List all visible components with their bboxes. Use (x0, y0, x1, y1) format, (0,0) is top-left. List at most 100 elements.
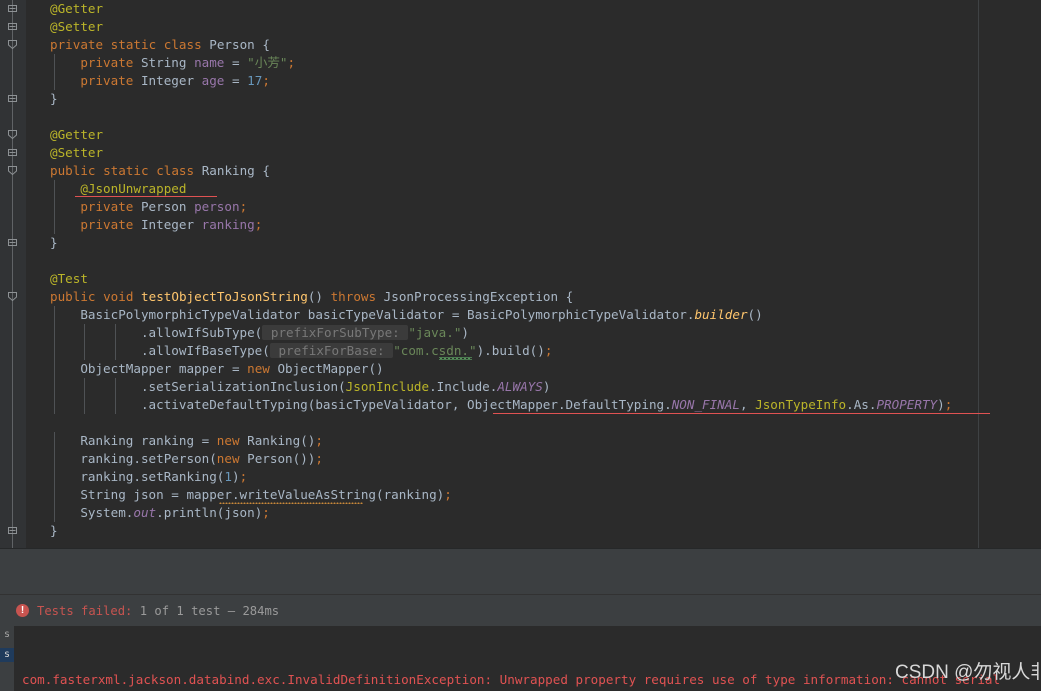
code-line[interactable]: } (26, 522, 1041, 540)
indent-guide (54, 324, 55, 342)
code-line[interactable]: @Setter (26, 144, 1041, 162)
code-token: ; (287, 55, 296, 70)
code-token: { (262, 163, 270, 178)
code-token: private (80, 73, 134, 88)
code-line[interactable]: @Getter (26, 0, 1041, 18)
code-token: public (50, 163, 96, 178)
console-tab-1[interactable]: s (0, 628, 14, 642)
indent-guide (54, 342, 55, 360)
code-line[interactable]: .allowIfBaseType( prefixForBase: "com.cs… (26, 342, 1041, 360)
fold-collapse-icon[interactable] (7, 525, 18, 536)
indent-guide (114, 396, 116, 414)
code-line[interactable]: private Integer ranking; (26, 216, 1041, 234)
code-line[interactable]: ranking.setRanking(1); (26, 468, 1041, 486)
code-token: Ranking() (239, 433, 316, 448)
indent-guide (114, 378, 116, 396)
test-status-label: Tests failed: (37, 603, 133, 618)
fold-collapse-icon[interactable] (7, 93, 18, 104)
console-tab-2[interactable]: s (0, 648, 14, 662)
code-token: ) (461, 325, 470, 340)
code-token: ; (315, 451, 323, 466)
code-token: JsonProcessingException (376, 289, 566, 304)
code-line[interactable]: public static class Ranking { (26, 162, 1041, 180)
code-token: ).build() (476, 343, 545, 358)
fold-expand-icon[interactable] (7, 39, 18, 50)
code-token: person (194, 199, 240, 214)
code-token: () (307, 289, 331, 304)
code-token: JsonInclude (345, 379, 430, 394)
code-token: ranking (201, 217, 255, 232)
code-line[interactable]: @Test (26, 270, 1041, 288)
code-lines[interactable]: @Getter @Setter private static class Perso… (26, 0, 1041, 548)
code-line[interactable] (26, 108, 1041, 126)
code-token: ranking.setRanking( (80, 469, 225, 484)
fold-expand-icon[interactable] (7, 165, 18, 176)
code-token: String (133, 55, 195, 70)
code-line[interactable]: ranking.setPerson(new Person()); (26, 450, 1041, 468)
code-line[interactable]: public void testObjectToJsonString() thr… (26, 288, 1041, 306)
code-line[interactable]: private String name = "小芳"; (26, 54, 1041, 72)
indent-guide (54, 504, 55, 522)
fold-collapse-icon[interactable] (7, 237, 18, 248)
code-token: new (216, 433, 240, 448)
code-line[interactable]: String json = mapper.writeValueAsString(… (26, 486, 1041, 504)
code-line[interactable]: private Person person; (26, 198, 1041, 216)
code-token: ; (944, 397, 953, 412)
fold-collapse-icon[interactable] (7, 147, 18, 158)
code-line[interactable] (26, 414, 1041, 432)
code-editor[interactable]: @Getter @Setter private static class Perso… (0, 0, 1041, 548)
code-line[interactable]: BasicPolymorphicTypeValidator basicTypeV… (26, 306, 1041, 324)
indent-guide (54, 396, 55, 414)
code-token: prefixForSubType: (262, 325, 409, 340)
indent-guide (84, 396, 86, 414)
code-token: .setSerializationInclusion( (140, 379, 346, 394)
console-output[interactable]: s s com.fasterxml.jackson.databind.exc.I… (0, 626, 1041, 691)
indent-guide (54, 54, 55, 72)
code-token: @Getter (50, 1, 104, 16)
code-token: () (747, 307, 763, 322)
indent-guide (84, 342, 86, 360)
code-line[interactable]: } (26, 234, 1041, 252)
indent-guide (114, 342, 116, 360)
fold-collapse-icon[interactable] (7, 3, 18, 14)
code-line[interactable]: } (26, 90, 1041, 108)
code-token: .Include. (429, 379, 498, 394)
code-line[interactable]: ObjectMapper mapper = new ObjectMapper() (26, 360, 1041, 378)
code-token: .allowIfBaseType( (140, 343, 270, 358)
code-token: private (80, 55, 134, 70)
code-token: new (216, 451, 240, 466)
code-token: "com.csdn." (393, 343, 477, 358)
code-token: Person()) (239, 451, 316, 466)
code-line[interactable]: .activateDefaultTyping(basicTypeValidato… (26, 396, 1041, 414)
code-line[interactable] (26, 252, 1041, 270)
fold-collapse-icon[interactable] (7, 21, 18, 32)
code-line[interactable]: .allowIfSubType( prefixForSubType: "java… (26, 324, 1041, 342)
code-token: NON_FINAL (671, 397, 740, 412)
console-side-tabs[interactable]: s s (0, 626, 14, 691)
code-line[interactable]: @Getter (26, 126, 1041, 144)
code-line[interactable]: @JsonUnwrapped (26, 180, 1041, 198)
code-line[interactable]: private Integer age = 17; (26, 72, 1041, 90)
fold-expand-icon[interactable] (7, 291, 18, 302)
editor-gutter[interactable] (0, 0, 26, 548)
code-line[interactable]: Ranking ranking = new Ranking(); (26, 432, 1041, 450)
code-token: @Setter (50, 19, 104, 34)
fold-expand-icon[interactable] (7, 129, 18, 140)
stacktrace[interactable]: com.fasterxml.jackson.databind.exc.Inval… (22, 632, 1000, 691)
code-line[interactable]: @Setter (26, 18, 1041, 36)
tool-window-strip-bottom[interactable] (0, 571, 1041, 595)
code-token: prefixForBase: (269, 343, 394, 358)
code-token: @Setter (50, 145, 104, 160)
code-line[interactable]: System.out.println(json); (26, 504, 1041, 522)
code-line[interactable]: private static class Person { (26, 36, 1041, 54)
code-line[interactable]: .setSerializationInclusion(JsonInclude.I… (26, 378, 1041, 396)
error-underline (75, 196, 217, 197)
code-token: private (80, 217, 134, 232)
code-token: static (103, 163, 149, 178)
tool-window-strip-top[interactable] (0, 548, 1041, 572)
indent-guide (54, 486, 55, 504)
